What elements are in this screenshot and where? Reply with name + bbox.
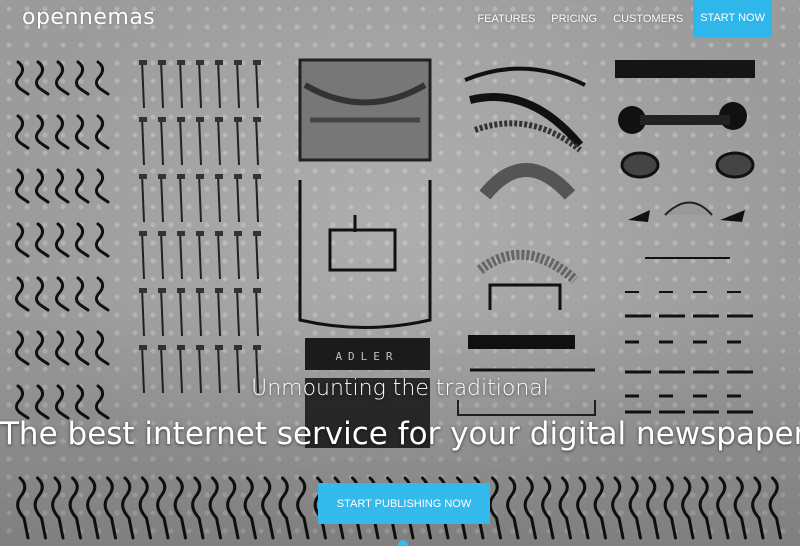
hero-tagline: Unmounting the traditional [251,376,549,401]
slide-indicator-dot[interactable] [398,540,408,546]
nav-link-pricing[interactable]: PRICING [551,13,597,25]
nav-link-features[interactable]: FEATURES [477,13,535,25]
top-navbar: opennemas FEATURES PRICING CUSTOMERS STA… [0,0,800,37]
start-now-button[interactable]: START NOW [693,0,772,37]
start-publishing-button[interactable]: START PUBLISHING NOW [318,483,490,524]
disassembled-typewriter-photo: ADLER [15,58,782,540]
hero-section: ADLER opennemas FEATURES PRICING CUSTOME… [0,0,800,546]
segment-arcs [457,66,596,416]
typebar-rods [139,59,261,394]
hero-headline: The best internet service for your digit… [0,416,800,452]
typewriter-carriage-frame [298,58,432,329]
typebar-hooks-left [15,60,110,420]
opennemas-logo[interactable]: opennemas [22,5,155,30]
main-navigation: FEATURES PRICING CUSTOMERS START NOW [461,0,772,37]
nav-link-customers[interactable]: CUSTOMERS [613,13,683,25]
platen-and-spools [615,60,755,259]
svg-text:ADLER: ADLER [335,350,398,363]
